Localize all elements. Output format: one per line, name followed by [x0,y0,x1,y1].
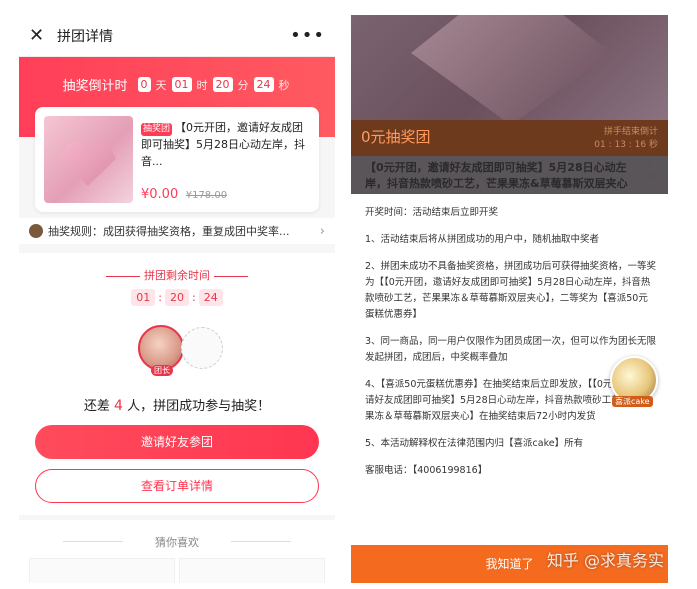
recommend-title: 猜你喜欢 [155,536,199,549]
countdown-hours-unit: 时 [196,78,208,92]
customer-phone: 客服电话：【4006199816】 [365,465,488,476]
floating-label: 喜派cake [612,396,653,407]
leader-tag: 团长 [151,365,173,376]
original-price: ¥178.00 [185,190,228,201]
countdown-days: 0 [137,77,151,92]
rules-body: 开奖时间：活动结束后立即开奖 1、活动结束后将从拼团成功的用户中，随机抽取中奖者… [365,205,657,490]
remain-seconds: 24 [198,289,223,306]
need-prefix: 还差 [83,399,110,414]
share-icon: ⇱ [646,162,654,171]
page-title: 拼团详情 [57,28,113,45]
remaining-time: 01: 20: 24 [19,289,335,306]
remaining-title: 拼团剩余时间 [19,267,335,283]
more-icon[interactable]: ••• [290,25,325,46]
recommend-section: 猜你喜欢 [19,520,335,583]
rule-paragraph: 开奖时间：活动结束后立即开奖 [365,207,499,218]
rule-paragraph: 2、拼团未成功不具备抽奖资格，拼团成功后可获得抽奖资格，一等奖为【【0元开团，邀… [365,261,657,320]
time-sep: : [192,291,196,304]
heart-cake-shape [60,141,116,186]
lottery-rule-row[interactable]: 抽奖规则：成团获得抽奖资格，重复成团中奖率... › [19,218,335,244]
modal-headline: 【0元开团，邀请好友成团即可抽奖】5月28日心动左岸，抖音热款喷砂工艺，芒果果冻… [351,156,668,194]
divider-line [106,275,140,277]
divider-line [231,541,291,542]
time-sep: : [158,291,162,304]
lottery-countdown: 抽奖倒计时 0 天 01 时 20 分 24 秒 [19,75,335,94]
product-banner-image [351,15,668,120]
countdown-minutes: 20 [212,77,233,92]
countdown-hours: 01 [171,77,192,92]
remain-hours: 01 [131,289,156,306]
rule-text: 抽奖规则：成团获得抽奖资格，重复成团中奖率... [48,225,290,238]
chevron-right-icon: › [319,223,325,239]
countdown-seconds: 24 [253,77,274,92]
group-detail-panel: ✕ 拼团详情 ••• 抽奖倒计时 0 天 01 时 20 分 24 秒 抽奖团【… [19,15,335,583]
price-row: ¥0.00 ¥178.00 [141,187,227,202]
need-count: 4 [114,398,123,414]
product-card[interactable]: 抽奖团 【0元开团，邀请好友成团即可抽奖】5月28日心动左岸，抖音... ¥0.0… [35,107,319,212]
banner-time: 01 : 13 : 16 秒 [594,140,658,150]
need-members-text: 还差 4 人，拼团成功参与抽奖！ [19,395,335,414]
rule-paragraph: 5、本活动解释权在法律范围内归【喜派cake】所有 [365,438,584,449]
top-bar: ✕ 拼团详情 ••• [19,15,335,57]
rule-paragraph: 1、活动结束后将从拼团成功的用户中，随机抽取中奖者 [365,234,600,245]
lottery-rules-modal: 0元抽奖团 拼手结束倒计 01 : 13 : 16 秒 【0元开团，邀请好友成团… [351,15,668,583]
rule-avatar [29,224,43,238]
remain-minutes: 20 [165,289,189,306]
countdown-label: 抽奖倒计时 [62,79,128,94]
product-price: ¥0.00 [141,187,179,202]
close-icon[interactable]: ✕ [29,25,51,46]
recommend-card[interactable] [179,558,325,583]
banner-title: 0元抽奖团 [361,128,431,146]
heart-cake-shape [411,15,611,120]
banner-countdown: 拼手结束倒计 01 : 13 : 16 秒 [594,126,658,152]
countdown-seconds-unit: 秒 [278,78,290,92]
countdown-days-unit: 天 [155,78,167,92]
lottery-badge: 抽奖团 [141,123,173,136]
product-image[interactable] [44,116,133,203]
banner-time-label: 拼手结束倒计 [603,127,658,137]
countdown-minutes-unit: 分 [237,78,249,92]
need-suffix: 人，拼团成功参与抽奖！ [127,399,271,414]
banner-bar: 0元抽奖团 拼手结束倒计 01 : 13 : 16 秒 [351,120,668,156]
group-status-section: 拼团剩余时间 01: 20: 24 团长 还差 4 人，拼团成功参与抽奖！ 邀请… [19,253,335,515]
divider-line [214,275,248,277]
product-title-block: 抽奖团 【0元开团，邀请好友成团即可抽奖】5月28日心动左岸，抖音... [141,119,311,170]
recommend-card[interactable] [29,558,175,583]
empty-member-slot [181,327,223,369]
view-order-button[interactable]: 查看订单详情 [35,469,319,503]
rule-paragraph: 3、同一商品，同一用户仅限作为团员成团一次，但可以作为团长无限发起拼团，成团后，… [365,336,657,363]
remaining-label: 拼团剩余时间 [144,269,210,282]
share-label: 分享 [642,172,658,181]
watermark: 知乎 @求真务实 [546,551,664,570]
share-button[interactable]: ⇱ 分享 [642,162,658,182]
invite-friends-button[interactable]: 邀请好友参团 [35,425,319,459]
screenshot-stage: ✕ 拼团详情 ••• 抽奖倒计时 0 天 01 时 20 分 24 秒 抽奖团【… [0,0,697,589]
